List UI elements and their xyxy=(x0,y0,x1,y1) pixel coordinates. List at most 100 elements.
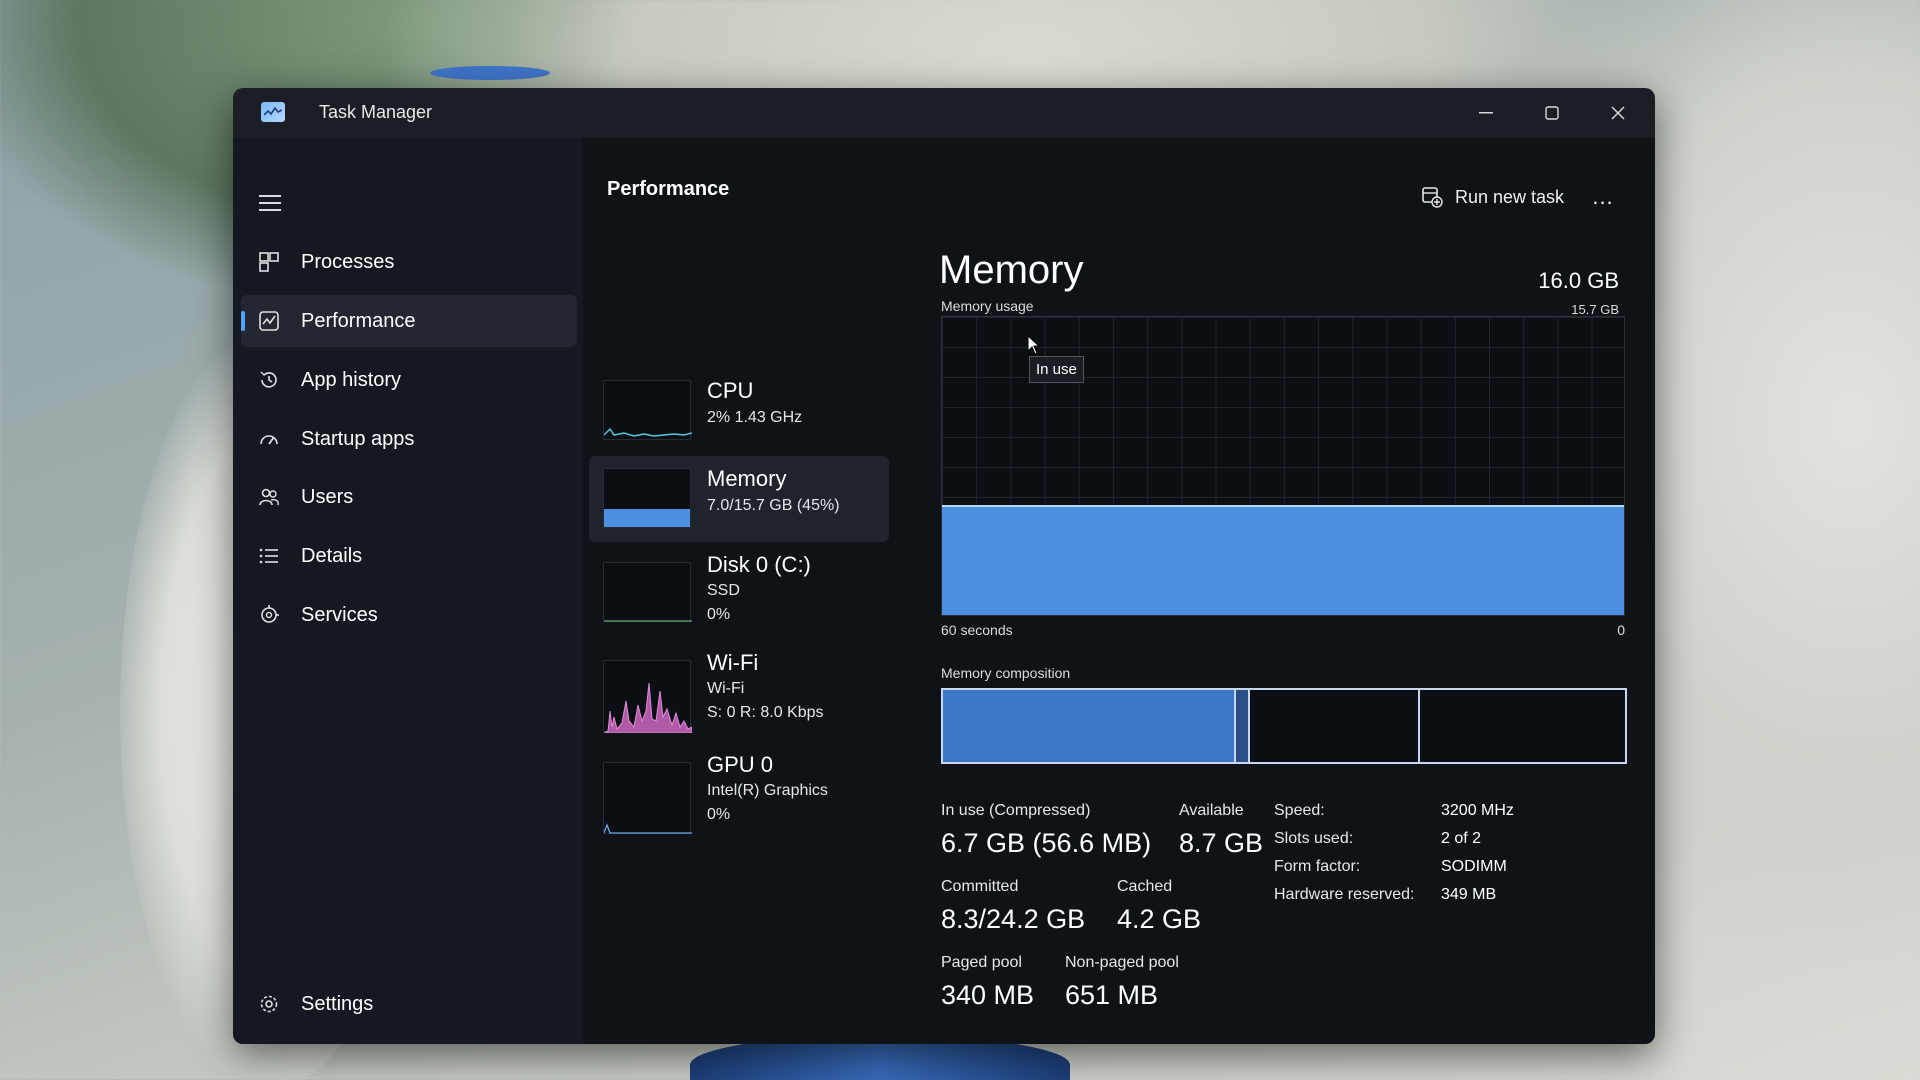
device-stat: 0% xyxy=(707,806,731,823)
hardware-reserved-label: Hardware reserved: xyxy=(1274,886,1415,903)
memory-detail: Memory 16.0 GB Memory usage 15.7 GB In u… xyxy=(929,138,1629,1044)
memory-composition-label: Memory composition xyxy=(941,665,1071,681)
device-name: GPU 0 xyxy=(707,752,774,777)
committed-label: Committed xyxy=(941,878,1019,895)
wifi-thumbnail-graph xyxy=(603,682,693,734)
page-title: Performance xyxy=(607,178,730,200)
mouse-pointer-icon xyxy=(1027,335,1041,355)
sidebar-item-users[interactable]: Users xyxy=(241,471,577,523)
available-label: Available xyxy=(1179,802,1244,819)
gpu-thumbnail-line xyxy=(603,823,692,834)
task-manager-icon xyxy=(261,102,285,122)
sidebar-item-label: Processes xyxy=(301,251,395,273)
speed-value: 3200 MHz xyxy=(1441,802,1514,819)
sidebar-item-label: Startup apps xyxy=(301,428,415,450)
slots-used-value: 2 of 2 xyxy=(1441,830,1482,847)
in-use-tooltip: In use xyxy=(1029,356,1084,383)
memory-usage-max: 15.7 GB xyxy=(1571,302,1619,317)
minimize-button[interactable] xyxy=(1463,96,1509,130)
speed-label: Speed: xyxy=(1274,802,1325,819)
device-stat: Wi-Fi xyxy=(707,680,745,697)
gpu-thumbnail xyxy=(603,762,692,834)
slots-used-label: Slots used: xyxy=(1274,830,1354,847)
performance-icon xyxy=(257,309,281,333)
device-stat: 0% xyxy=(707,606,731,623)
sidebar-item-label: Services xyxy=(301,604,378,626)
device-item-cpu[interactable]: CPU 2% 1.43 GHz xyxy=(589,368,889,454)
sidebar-item-label: Users xyxy=(301,486,354,508)
device-item-wifi[interactable]: Wi-Fi Wi-Fi S: 0 R: 8.0 Kbps xyxy=(589,646,889,746)
sidebar-item-label: Performance xyxy=(301,310,416,332)
sidebar: Processes Performance App history Startu… xyxy=(233,138,583,1044)
cpu-thumbnail-line xyxy=(603,427,693,437)
composition-free[interactable] xyxy=(1420,690,1625,762)
time-axis-label: 60 seconds xyxy=(941,622,1013,638)
memory-thumbnail xyxy=(603,468,691,528)
memory-total: 16.0 GB xyxy=(1538,268,1619,293)
device-stat: SSD xyxy=(707,582,740,599)
window-title: Task Manager xyxy=(319,102,433,122)
sidebar-item-settings[interactable]: Settings xyxy=(241,978,577,1030)
sidebar-item-startup-apps[interactable]: Startup apps xyxy=(241,413,577,465)
device-item-disk[interactable]: Disk 0 (C:) SSD 0% xyxy=(589,544,889,642)
sidebar-item-label: Details xyxy=(301,545,363,567)
paged-pool-label: Paged pool xyxy=(941,954,1022,971)
wallpaper-accent xyxy=(430,66,550,80)
non-paged-pool-value: 651 MB xyxy=(1065,980,1159,1010)
in-use-label: In use (Compressed) xyxy=(941,802,1091,819)
cached-value: 4.2 GB xyxy=(1117,904,1202,934)
close-button[interactable] xyxy=(1595,96,1641,130)
wifi-thumbnail xyxy=(603,660,693,734)
time-axis-end: 0 xyxy=(1617,622,1625,638)
hardware-reserved-value: 349 MB xyxy=(1441,886,1497,903)
close-icon xyxy=(1611,106,1625,120)
device-stat: 7.0/15.7 GB (45%) xyxy=(707,497,840,514)
memory-usage-label: Memory usage xyxy=(941,298,1034,314)
paged-pool-value: 340 MB xyxy=(941,980,1035,1010)
minimize-icon xyxy=(1479,112,1493,114)
device-name: CPU xyxy=(707,378,754,403)
composition-standby[interactable] xyxy=(1249,690,1421,762)
device-stat: 2% 1.43 GHz xyxy=(707,409,803,426)
sidebar-item-details[interactable]: Details xyxy=(241,530,577,582)
active-indicator xyxy=(241,311,245,331)
memory-composition-bar[interactable] xyxy=(941,688,1627,764)
title-bar[interactable]: Task Manager xyxy=(233,88,1655,138)
form-factor-label: Form factor: xyxy=(1274,858,1361,875)
memory-title: Memory xyxy=(939,248,1084,292)
users-icon xyxy=(257,485,281,509)
hamburger-menu-icon[interactable] xyxy=(257,190,285,218)
app-history-icon xyxy=(257,368,281,392)
form-factor-value: SODIMM xyxy=(1441,858,1507,875)
processes-icon xyxy=(257,250,281,274)
composition-in-use[interactable] xyxy=(943,690,1237,762)
device-item-memory[interactable]: Memory 7.0/15.7 GB (45%) xyxy=(589,456,889,542)
non-paged-pool-label: Non-paged pool xyxy=(1065,954,1179,971)
maximize-button[interactable] xyxy=(1529,96,1575,130)
maximize-icon xyxy=(1545,106,1559,120)
sidebar-item-services[interactable]: Services xyxy=(241,589,577,641)
services-icon xyxy=(257,603,281,627)
details-icon xyxy=(257,544,281,568)
device-stat: S: 0 R: 8.0 Kbps xyxy=(707,704,824,721)
sidebar-item-label: App history xyxy=(301,369,402,391)
sidebar-item-app-history[interactable]: App history xyxy=(241,354,577,406)
composition-modified[interactable] xyxy=(1236,690,1250,762)
memory-thumbnail-fill xyxy=(604,508,690,527)
task-manager-window: Task Manager Processes Performance App h… xyxy=(233,88,1655,1044)
settings-label: Settings xyxy=(301,993,374,1015)
cached-label: Cached xyxy=(1117,878,1173,895)
sidebar-item-performance[interactable]: Performance xyxy=(241,295,577,347)
committed-value: 8.3/24.2 GB xyxy=(941,904,1086,934)
device-item-gpu[interactable]: GPU 0 Intel(R) Graphics 0% xyxy=(589,748,889,848)
in-use-value: 6.7 GB (56.6 MB) xyxy=(941,828,1152,858)
startup-apps-icon xyxy=(257,427,281,451)
sidebar-item-processes[interactable]: Processes xyxy=(241,236,577,288)
available-value: 8.7 GB xyxy=(1179,828,1264,858)
memory-usage-fill xyxy=(942,504,1624,615)
device-name: Wi-Fi xyxy=(707,650,759,675)
device-name: Memory xyxy=(707,466,787,491)
gear-icon xyxy=(257,992,281,1016)
disk-thumbnail xyxy=(603,562,692,622)
cpu-thumbnail xyxy=(603,380,693,440)
